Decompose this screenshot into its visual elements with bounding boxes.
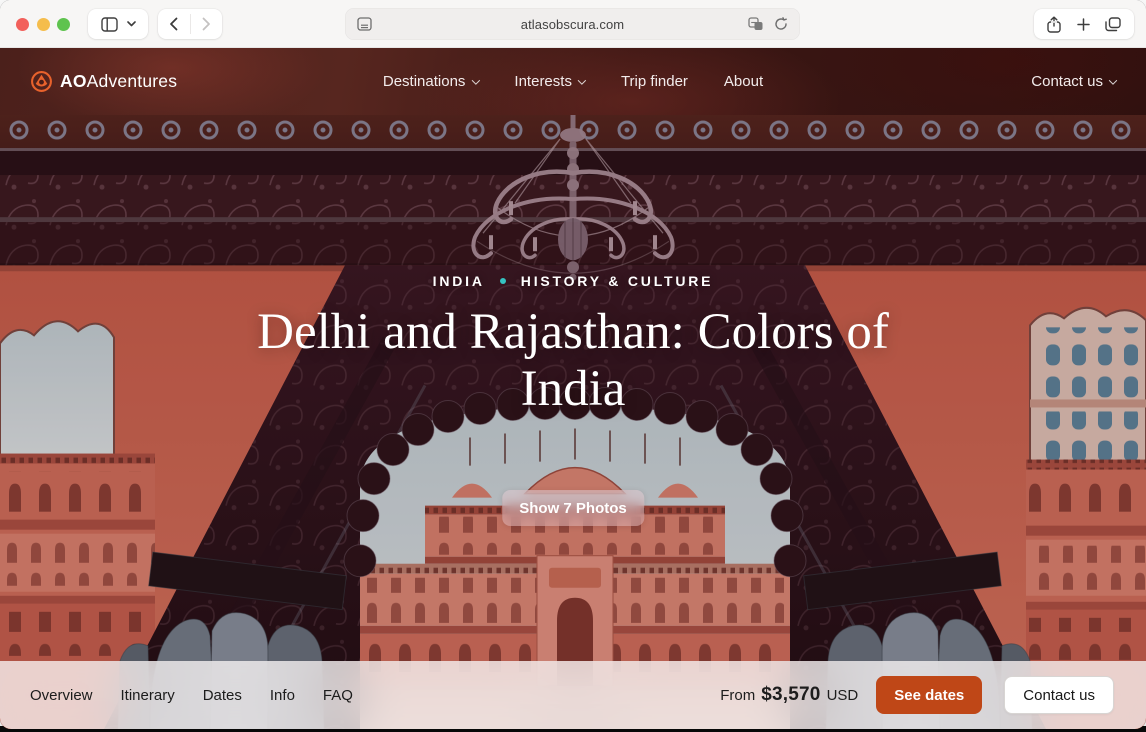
window-controls (16, 18, 70, 31)
tab-itinerary[interactable]: Itinerary (121, 687, 175, 704)
price-currency: USD (827, 687, 859, 704)
address-bar[interactable]: atlasobscura.com (345, 8, 800, 40)
price: From $3,570 USD (720, 684, 858, 706)
nav-item-about[interactable]: About (724, 73, 763, 90)
page-title: Delhi and Rajasthan: Colors of India (0, 304, 1146, 418)
history-nav (158, 9, 222, 39)
back-icon (169, 17, 178, 31)
share-button[interactable] (1047, 16, 1061, 33)
chevron-down-icon (578, 76, 586, 84)
chevron-down-icon (471, 76, 479, 84)
atlas-obscura-logo-icon (30, 70, 53, 93)
nav-label: Interests (514, 73, 572, 90)
share-icon (1047, 16, 1061, 33)
page-title-line-1: Delhi and Rajasthan: Colors of (0, 304, 1146, 361)
translate-button[interactable] (748, 17, 764, 31)
page-title-line-2: India (0, 361, 1146, 418)
logo-rest: Adventures (87, 71, 178, 91)
forward-icon (202, 17, 211, 31)
safari-window: atlasobscura.com (0, 0, 1146, 729)
price-amount: $3,570 (761, 684, 820, 706)
nav-label: Contact us (1031, 73, 1103, 90)
logo-bold: AO (60, 71, 87, 91)
minimize-button[interactable] (37, 18, 50, 31)
reload-icon (774, 17, 788, 31)
price-prefix: From (720, 687, 755, 704)
sidebar-toggle-button[interactable] (88, 9, 148, 39)
trip-tabs: Overview Itinerary Dates Info FAQ (30, 687, 353, 704)
url-text: atlasobscura.com (345, 17, 800, 32)
show-photos-button[interactable]: Show 7 Photos (502, 490, 644, 526)
hero-section: INDIA HISTORY & CULTURE Delhi and Rajast… (0, 115, 1146, 729)
hero-photo (0, 115, 1146, 729)
forward-button[interactable] (191, 17, 223, 31)
breadcrumb-location[interactable]: INDIA (433, 273, 485, 289)
tab-info[interactable]: Info (270, 687, 295, 704)
back-button[interactable] (158, 17, 190, 31)
site-logo[interactable]: AOAdventures (30, 70, 177, 93)
zoom-button[interactable] (57, 18, 70, 31)
nav-label: Destinations (383, 73, 466, 90)
chevron-down-icon (127, 21, 136, 27)
browser-toolbar: atlasobscura.com (0, 0, 1146, 48)
breadcrumb: INDIA HISTORY & CULTURE (0, 273, 1146, 289)
tab-overview[interactable]: Overview (30, 687, 93, 704)
tab-overview-icon (1105, 17, 1121, 32)
toolbar-right-group (1034, 9, 1134, 39)
chevron-down-icon (1109, 76, 1117, 84)
breadcrumb-category[interactable]: HISTORY & CULTURE (521, 273, 714, 289)
nav-label: About (724, 73, 763, 90)
nav-item-destinations[interactable]: Destinations (383, 73, 479, 90)
contact-us-button[interactable]: Contact us (1004, 676, 1114, 714)
site-header: AOAdventures Destinations Interests Trip… (0, 48, 1146, 115)
logo-text: AOAdventures (60, 71, 177, 92)
main-nav: Destinations Interests Trip finder About (383, 73, 763, 90)
nav-label: Trip finder (621, 73, 688, 90)
see-dates-button[interactable]: See dates (876, 676, 982, 714)
reload-button[interactable] (774, 17, 788, 31)
nav-item-trip-finder[interactable]: Trip finder (621, 73, 688, 90)
close-button[interactable] (16, 18, 29, 31)
new-tab-button[interactable] (1077, 18, 1090, 31)
tab-dates[interactable]: Dates (203, 687, 242, 704)
trip-sticky-bar: Overview Itinerary Dates Info FAQ From $… (0, 661, 1146, 729)
sidebar-icon (101, 17, 118, 32)
tab-overview-button[interactable] (1105, 17, 1121, 32)
nav-item-interests[interactable]: Interests (514, 73, 585, 90)
tab-faq[interactable]: FAQ (323, 687, 353, 704)
dot-separator-icon (500, 278, 506, 284)
new-tab-icon (1077, 18, 1090, 31)
contact-us-menu[interactable]: Contact us (1031, 73, 1116, 90)
translate-icon (748, 17, 764, 31)
